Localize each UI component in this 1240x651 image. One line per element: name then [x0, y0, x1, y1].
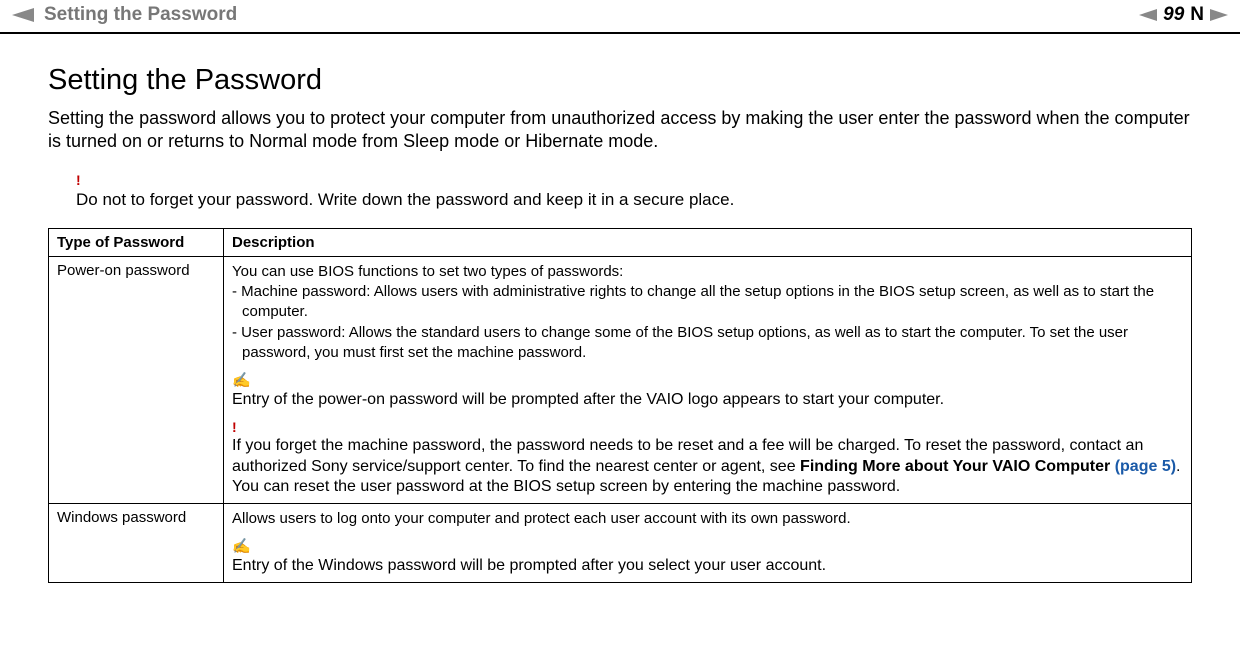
prev-page-icon[interactable]: [1139, 9, 1157, 21]
poweron-machine: - Machine password: Allows users with ad…: [232, 282, 1183, 323]
breadcrumb-arrow-icon: [12, 8, 34, 22]
intro-paragraph: Setting the password allows you to prote…: [48, 107, 1192, 154]
note-icon: ✍: [232, 373, 1183, 390]
table-row: Power-on password You can use BIOS funct…: [49, 256, 1192, 503]
header-bar: Setting the Password 99 N: [0, 0, 1240, 34]
top-warning: ! Do not to forget your password. Write …: [48, 172, 1192, 210]
page-reference-link[interactable]: (page 5): [1115, 458, 1176, 475]
breadcrumb-title: Setting the Password: [44, 4, 237, 26]
poweron-warn-text2: You can reset the user password at the B…: [232, 477, 1183, 498]
password-table: Type of Password Description Power-on pa…: [48, 228, 1192, 583]
page-content: Setting the Password Setting the passwor…: [0, 34, 1240, 593]
col-header-description: Description: [224, 228, 1192, 256]
poweron-intro: You can use BIOS functions to set two ty…: [232, 262, 1183, 282]
poweron-note: Entry of the power-on password will be p…: [232, 391, 944, 408]
note-icon: ✍: [232, 539, 1183, 556]
page-number: 99: [1163, 4, 1184, 26]
table-header-row: Type of Password Description: [49, 228, 1192, 256]
windows-intro: Allows users to log onto your computer a…: [232, 509, 1183, 529]
warning-icon: !: [76, 172, 1192, 189]
cell-type-poweron: Power-on password: [49, 256, 224, 503]
warning-icon: !: [232, 420, 1183, 435]
poweron-warn-bold: Finding More about Your VAIO Computer: [800, 458, 1115, 475]
cell-type-windows: Windows password: [49, 504, 224, 583]
warning-text: Do not to forget your password. Write do…: [76, 190, 734, 209]
cell-desc-windows: Allows users to log onto your computer a…: [224, 504, 1192, 583]
page-n-label: N: [1190, 4, 1204, 26]
cell-desc-poweron: You can use BIOS functions to set two ty…: [224, 256, 1192, 503]
windows-note: Entry of the Windows password will be pr…: [232, 557, 826, 574]
header-right: 99 N: [1139, 4, 1228, 26]
col-header-type: Type of Password: [49, 228, 224, 256]
table-row: Windows password Allows users to log ont…: [49, 504, 1192, 583]
next-page-icon[interactable]: [1210, 9, 1228, 21]
page-title: Setting the Password: [48, 64, 1192, 97]
poweron-warning-block: If you forget the machine password, the …: [232, 436, 1183, 498]
poweron-user: - User password: Allows the standard use…: [232, 323, 1183, 364]
header-left: Setting the Password: [12, 4, 237, 26]
poweron-warn-period: .: [1176, 458, 1180, 475]
